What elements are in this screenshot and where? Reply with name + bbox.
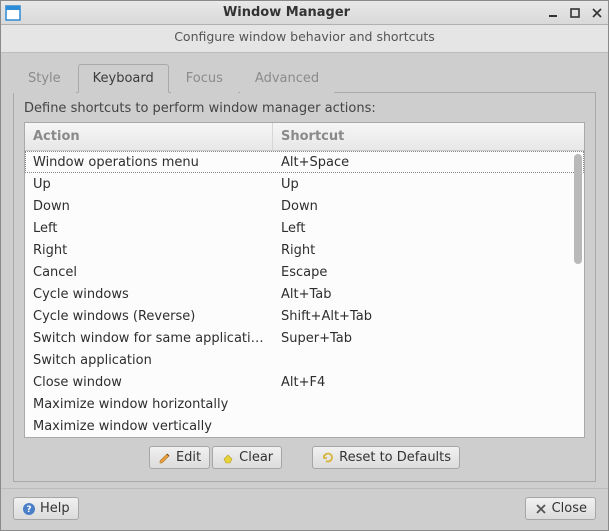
tab-pane-keyboard: Define shortcuts to perform window manag…	[13, 93, 596, 482]
minimize-button[interactable]	[546, 6, 560, 20]
cell-action: Cycle windows (Reverse)	[25, 309, 273, 324]
header: Window Manager Configure window behavior…	[1, 1, 608, 53]
content-area: Style Keyboard Focus Advanced Define sho…	[1, 53, 608, 488]
cell-shortcut: Down	[273, 199, 584, 214]
table-row[interactable]: CancelEscape	[25, 261, 584, 283]
table-row[interactable]: DownDown	[25, 195, 584, 217]
table-row[interactable]: Switch window for same applicationSuper+…	[25, 327, 584, 349]
scrollbar-thumb[interactable]	[574, 154, 582, 264]
cell-action: Maximize window horizontally	[25, 397, 273, 412]
help-button-label: Help	[40, 501, 70, 516]
table-row[interactable]: Window operations menuAlt+Space	[25, 151, 584, 173]
cell-action: Switch application	[25, 353, 273, 368]
cell-shortcut	[273, 419, 584, 434]
edit-icon	[158, 451, 172, 465]
cell-action: Cancel	[25, 265, 273, 280]
svg-text:?: ?	[26, 505, 31, 515]
cell-shortcut	[273, 353, 584, 368]
cell-action: Cycle windows	[25, 287, 273, 302]
table-row[interactable]: RightRight	[25, 239, 584, 261]
titlebar: Window Manager	[1, 1, 608, 25]
table-header: Action Shortcut	[25, 123, 584, 151]
table-row[interactable]: Cycle windows (Reverse)Shift+Alt+Tab	[25, 305, 584, 327]
close-button-label: Close	[552, 501, 587, 516]
cell-shortcut: Super+Tab	[273, 331, 584, 346]
cell-shortcut: Escape	[273, 265, 584, 280]
cell-shortcut: Left	[273, 221, 584, 236]
edit-button[interactable]: Edit	[149, 446, 210, 469]
table-row[interactable]: Switch application	[25, 349, 584, 371]
shortcuts-description: Define shortcuts to perform window manag…	[24, 101, 585, 116]
maximize-button[interactable]	[568, 6, 582, 20]
cell-action: Left	[25, 221, 273, 236]
tab-keyboard[interactable]: Keyboard	[78, 64, 169, 93]
table-row[interactable]: Maximize window horizontally	[25, 393, 584, 415]
table-row[interactable]: Cycle windowsAlt+Tab	[25, 283, 584, 305]
dialog-button-bar: ? Help Close	[1, 488, 608, 530]
clear-button-label: Clear	[239, 450, 273, 465]
clear-icon	[221, 451, 235, 465]
cell-action: Right	[25, 243, 273, 258]
close-icon	[534, 502, 548, 516]
column-header-shortcut[interactable]: Shortcut	[273, 123, 584, 150]
tab-bar: Style Keyboard Focus Advanced	[13, 63, 596, 93]
help-button[interactable]: ? Help	[13, 497, 79, 520]
cell-shortcut: Alt+Tab	[273, 287, 584, 302]
cell-action: Up	[25, 177, 273, 192]
cell-action: Down	[25, 199, 273, 214]
tab-advanced[interactable]: Advanced	[240, 64, 334, 93]
table-row[interactable]: Close windowAlt+F4	[25, 371, 584, 393]
cell-shortcut	[273, 397, 584, 412]
close-button[interactable]: Close	[525, 497, 596, 520]
cell-action: Maximize window vertically	[25, 419, 273, 434]
tab-focus[interactable]: Focus	[171, 64, 238, 93]
cell-action: Close window	[25, 375, 273, 390]
table-row[interactable]: UpUp	[25, 173, 584, 195]
tab-style[interactable]: Style	[13, 64, 76, 93]
cell-shortcut: Alt+Space	[273, 155, 584, 170]
shortcuts-table: Action Shortcut Window operations menuAl…	[24, 122, 585, 438]
app-icon	[5, 5, 21, 21]
cell-shortcut: Shift+Alt+Tab	[273, 309, 584, 324]
cell-shortcut: Up	[273, 177, 584, 192]
reset-button-label: Reset to Defaults	[339, 450, 451, 465]
table-row[interactable]: Maximize window vertically	[25, 415, 584, 437]
cell-shortcut: Right	[273, 243, 584, 258]
table-row[interactable]: LeftLeft	[25, 217, 584, 239]
window-controls	[546, 6, 604, 20]
cell-action: Window operations menu	[25, 155, 273, 170]
window-subtitle: Configure window behavior and shortcuts	[1, 25, 608, 53]
help-icon: ?	[22, 502, 36, 516]
reset-icon	[321, 451, 335, 465]
shortcut-edit-toolbar: Edit Clear Reset to Defaults	[24, 438, 585, 471]
clear-button[interactable]: Clear	[212, 446, 282, 469]
cell-action: Switch window for same application	[25, 331, 273, 346]
edit-button-label: Edit	[176, 450, 201, 465]
window-title: Window Manager	[27, 5, 546, 20]
reset-button[interactable]: Reset to Defaults	[312, 446, 460, 469]
column-header-action[interactable]: Action	[25, 123, 273, 150]
cell-shortcut: Alt+F4	[273, 375, 584, 390]
close-window-button[interactable]	[590, 6, 604, 20]
window-manager-window: Window Manager Configure window behavior…	[0, 0, 609, 531]
table-viewport: Window operations menuAlt+SpaceUpUpDownD…	[25, 151, 584, 437]
